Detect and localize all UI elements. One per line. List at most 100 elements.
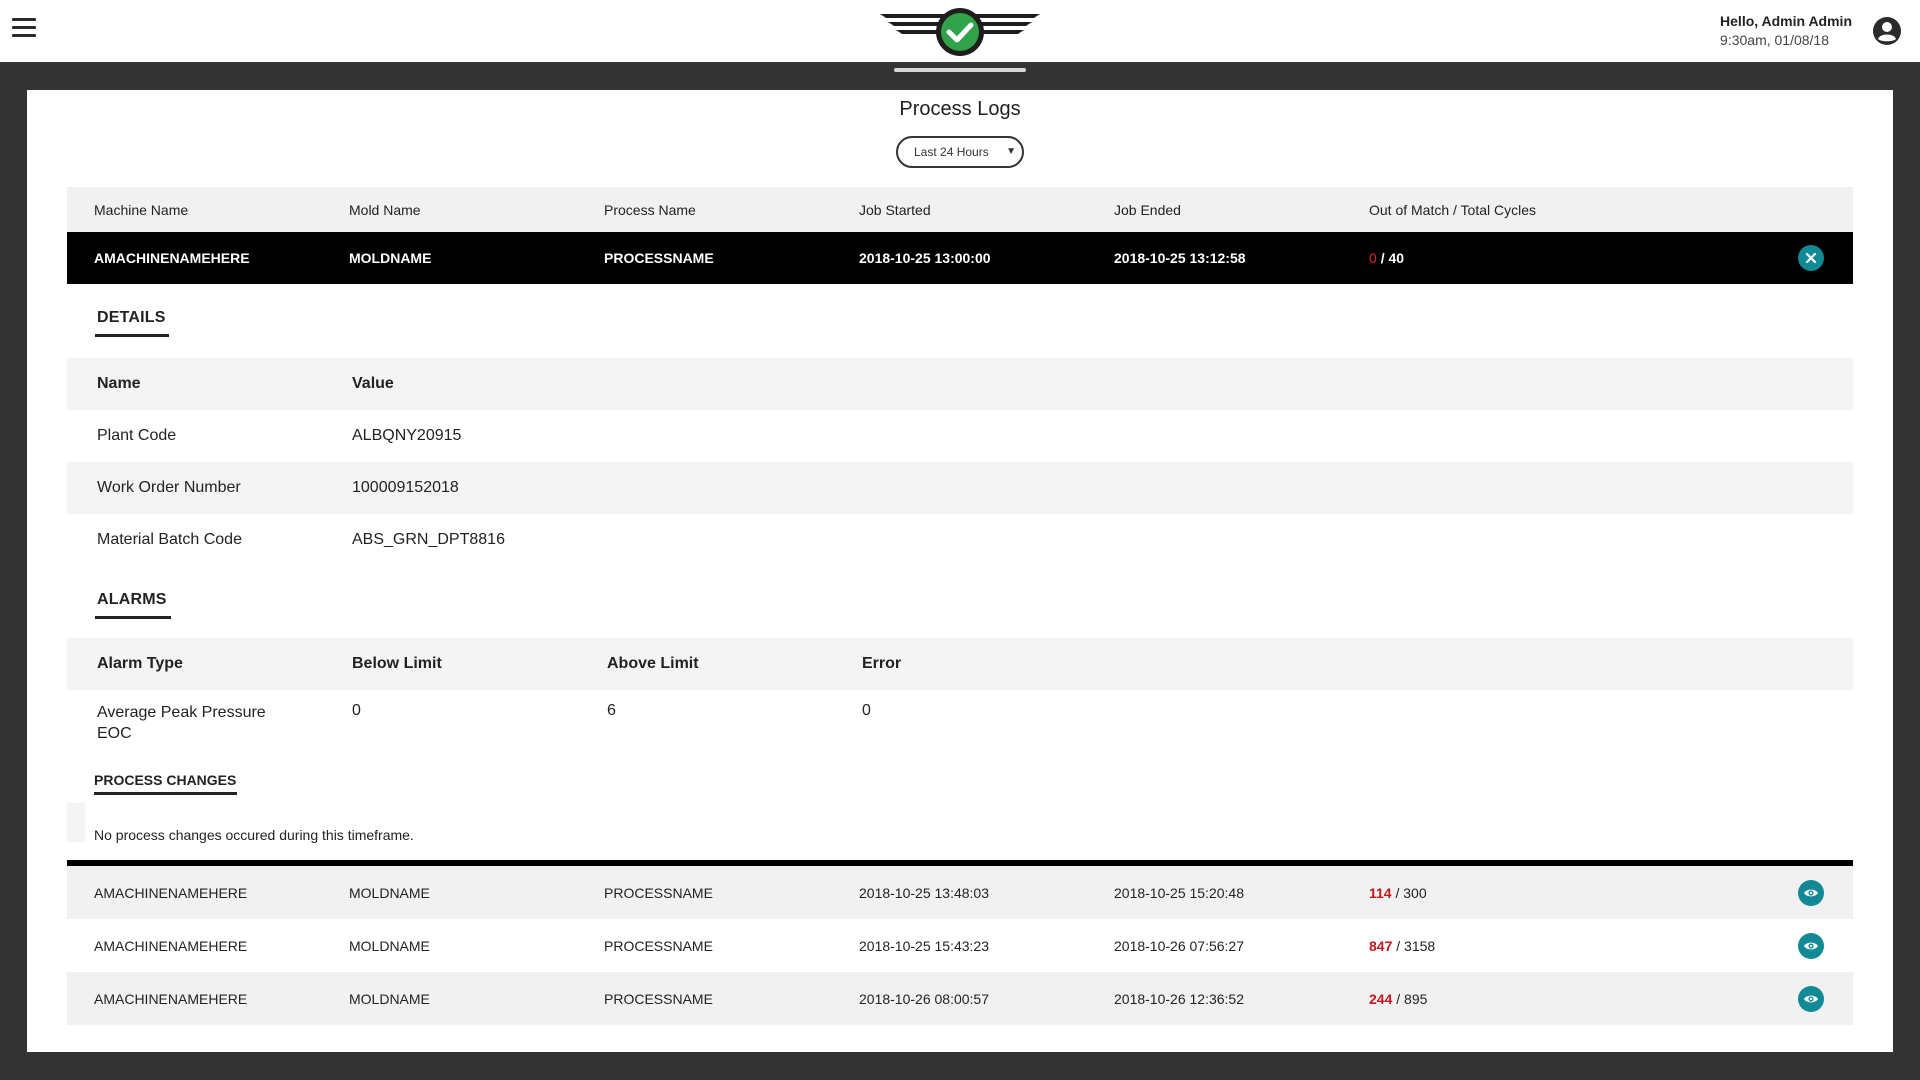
column-header: Error [862,655,902,672]
process-changes-tab-underline [94,792,237,795]
detail-value: 100009152018 [352,479,459,496]
machine-name: AMACHINENAMEHERE [94,990,248,1007]
time-range-select[interactable]: Last 24 Hours ▼ [896,136,1024,168]
details-tab-label: DETAILS [97,309,166,326]
process-changes-tab-label: PROCESS CHANGES [94,772,237,788]
column-header: Machine Name [94,201,189,218]
details-row: Work Order Number 100009152018 [67,462,1853,514]
details-tab-underline [95,334,169,337]
table-header-row: Machine Name Mold Name Process Name Job … [67,187,1853,232]
job-started: 2018-10-25 13:48:03 [859,884,989,901]
column-header: Alarm Type [97,655,183,672]
out-of-match-count: 0 [1369,250,1377,266]
column-header: Job Started [859,201,931,218]
out-of-match-count: 244 [1369,990,1393,1007]
details-tab[interactable]: DETAILS [67,284,1853,358]
job-ended: 2018-10-26 12:36:52 [1114,990,1244,1007]
process-logs-table: Machine Name Mold Name Process Name Job … [67,187,1853,1025]
alarms-tab-label: ALARMS [97,591,167,608]
side-scroll-tab[interactable] [67,803,85,842]
details-row: Plant Code ALBQNY20915 [67,410,1853,462]
alarm-above-limit: 6 [607,702,616,719]
alarms-tab-underline [95,616,171,619]
job-ended: 2018-10-25 15:20:48 [1114,884,1244,901]
eye-icon [1804,942,1818,949]
table-row[interactable]: AMACHINENAMEHERE MOLDNAME PROCESSNAME 20… [67,972,1853,1025]
chevron-down-icon: ▼ [1006,146,1016,157]
total-cycles: / 300 [1395,884,1427,901]
detail-name: Plant Code [97,427,177,444]
table-row[interactable]: AMACHINENAMEHERE MOLDNAME PROCESSNAME 20… [67,919,1853,972]
user-info: Hello, Admin Admin 9:30am, 01/08/18 [1720,13,1852,48]
alarm-type: Average Peak Pressure EOC [97,690,266,748]
details-row: Material Batch Code ABS_GRN_DPT8816 [67,514,1853,566]
out-of-match-count: 847 [1369,937,1393,954]
mold-name: MOLDNAME [349,884,430,901]
cycles-cell: 0 / 40 [1369,232,1404,284]
alarm-below-limit: 0 [352,702,361,719]
details-panel: DETAILS Name Value Plant Code ALBQNY2091… [67,284,1853,860]
cycles-cell: 244 / 895 [1369,972,1427,1025]
process-name: PROCESSNAME [604,937,713,954]
selected-table-row[interactable]: AMACHINENAMEHERE MOLDNAME PROCESSNAME 20… [67,232,1853,284]
column-header: Out of Match / Total Cycles [1369,201,1537,218]
machine-name: AMACHINENAMEHERE [94,884,248,901]
column-header: Below Limit [352,655,442,672]
alarm-type-line: EOC [97,725,132,742]
eye-icon [1804,995,1818,1002]
job-started: 2018-10-26 08:00:57 [859,990,989,1007]
close-icon [1805,252,1817,264]
page-title: Process Logs [899,98,1021,120]
column-header: Name [97,375,141,392]
out-of-match-count: 114 [1369,884,1392,901]
alarms-header-row: Alarm Type Below Limit Above Limit Error [67,638,1853,690]
app-logo [880,8,1040,76]
alarm-type-line: Average Peak Pressure [97,704,266,721]
column-header: Process Name [604,201,696,218]
cycles-cell: 114 / 300 [1369,866,1427,919]
detail-value: ABS_GRN_DPT8816 [352,531,505,548]
mold-name: MOLDNAME [349,990,430,1007]
job-started: 2018-10-25 13:00:00 [859,250,991,266]
total-cycles: / 40 [1380,250,1405,266]
alarms-tab[interactable]: ALARMS [67,566,1853,638]
current-datetime: 9:30am, 01/08/18 [1720,32,1830,48]
process-changes-message: No process changes occured during this t… [94,827,414,843]
mold-name: MOLDNAME [349,937,430,954]
view-details-button[interactable] [1798,985,1824,1012]
detail-name: Work Order Number [97,479,241,496]
user-account-icon[interactable] [1872,16,1902,46]
view-details-button[interactable] [1798,879,1824,906]
job-started: 2018-10-25 15:43:23 [859,937,989,954]
process-name: PROCESSNAME [604,250,714,266]
alarms-row: Average Peak Pressure EOC 0 6 0 [67,690,1853,748]
job-ended: 2018-10-26 07:56:27 [1114,937,1244,954]
column-header: Mold Name [349,201,421,218]
process-name: PROCESSNAME [604,884,713,901]
column-header: Value [352,375,394,392]
top-bar: Hello, Admin Admin 9:30am, 01/08/18 [0,0,1920,76]
mold-name: MOLDNAME [349,250,432,266]
job-ended: 2018-10-25 13:12:58 [1114,250,1246,266]
close-details-button[interactable] [1798,245,1824,271]
total-cycles: / 3158 [1396,937,1436,954]
detail-value: ALBQNY20915 [352,427,462,444]
process-name: PROCESSNAME [604,990,713,1007]
alarm-error: 0 [862,702,871,719]
column-header: Above Limit [607,655,699,672]
process-changes-tab[interactable]: PROCESS CHANGES [67,748,1853,808]
view-details-button[interactable] [1798,932,1824,959]
detail-name: Material Batch Code [97,531,242,548]
hamburger-menu-icon[interactable] [12,18,36,42]
column-header: Job Ended [1114,201,1181,218]
machine-name: AMACHINENAMEHERE [94,250,250,266]
time-range-value: Last 24 Hours [914,145,989,159]
machine-name: AMACHINENAMEHERE [94,937,248,954]
eye-icon [1804,889,1818,896]
process-logs-card: Process Logs Last 24 Hours ▼ Machine Nam… [27,90,1893,1052]
user-greeting: Hello, Admin Admin [1720,13,1852,29]
cycles-cell: 847 / 3158 [1369,919,1435,972]
details-header-row: Name Value [67,358,1853,410]
total-cycles: / 895 [1396,990,1428,1007]
table-row[interactable]: AMACHINENAMEHERE MOLDNAME PROCESSNAME 20… [67,866,1853,919]
